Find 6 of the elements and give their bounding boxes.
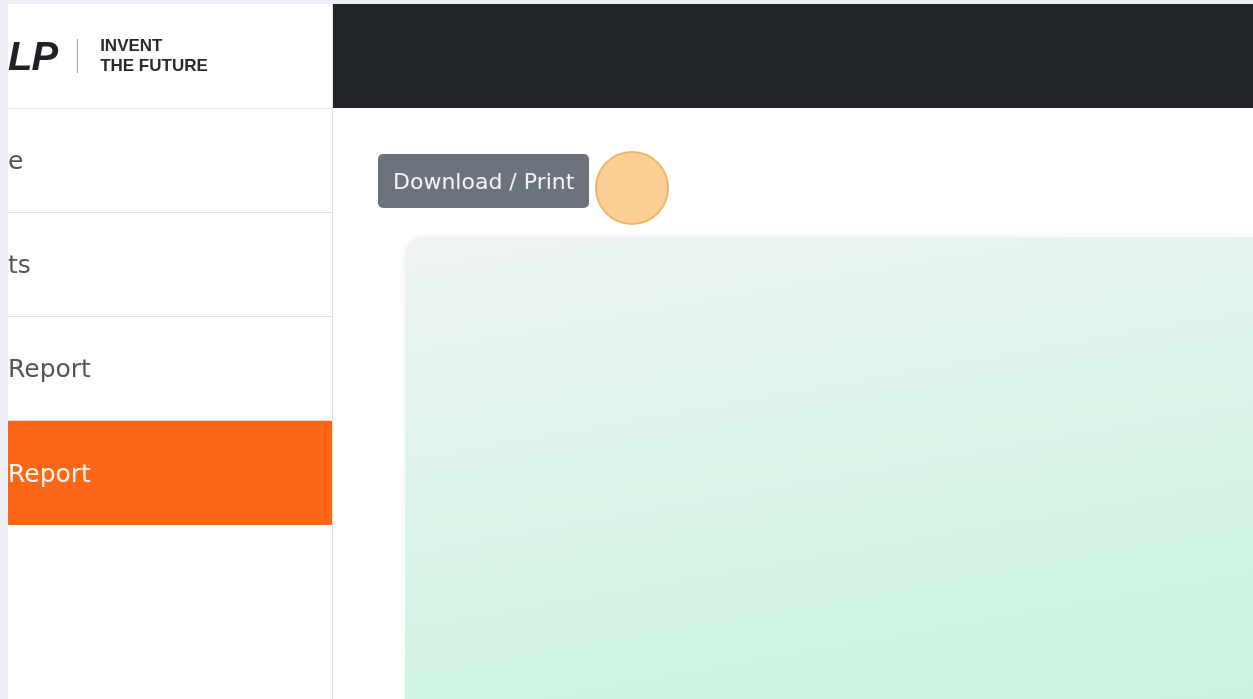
logo-tagline: THE FUTURE <box>100 56 208 76</box>
logo-tagline: INVENT <box>100 36 164 56</box>
download-print-button[interactable]: Download / Print <box>378 154 590 208</box>
sidebar-item[interactable]: e <box>8 109 332 213</box>
sidebar-item[interactable]: ts <box>8 213 332 317</box>
logo-mark: LP <box>8 33 58 79</box>
